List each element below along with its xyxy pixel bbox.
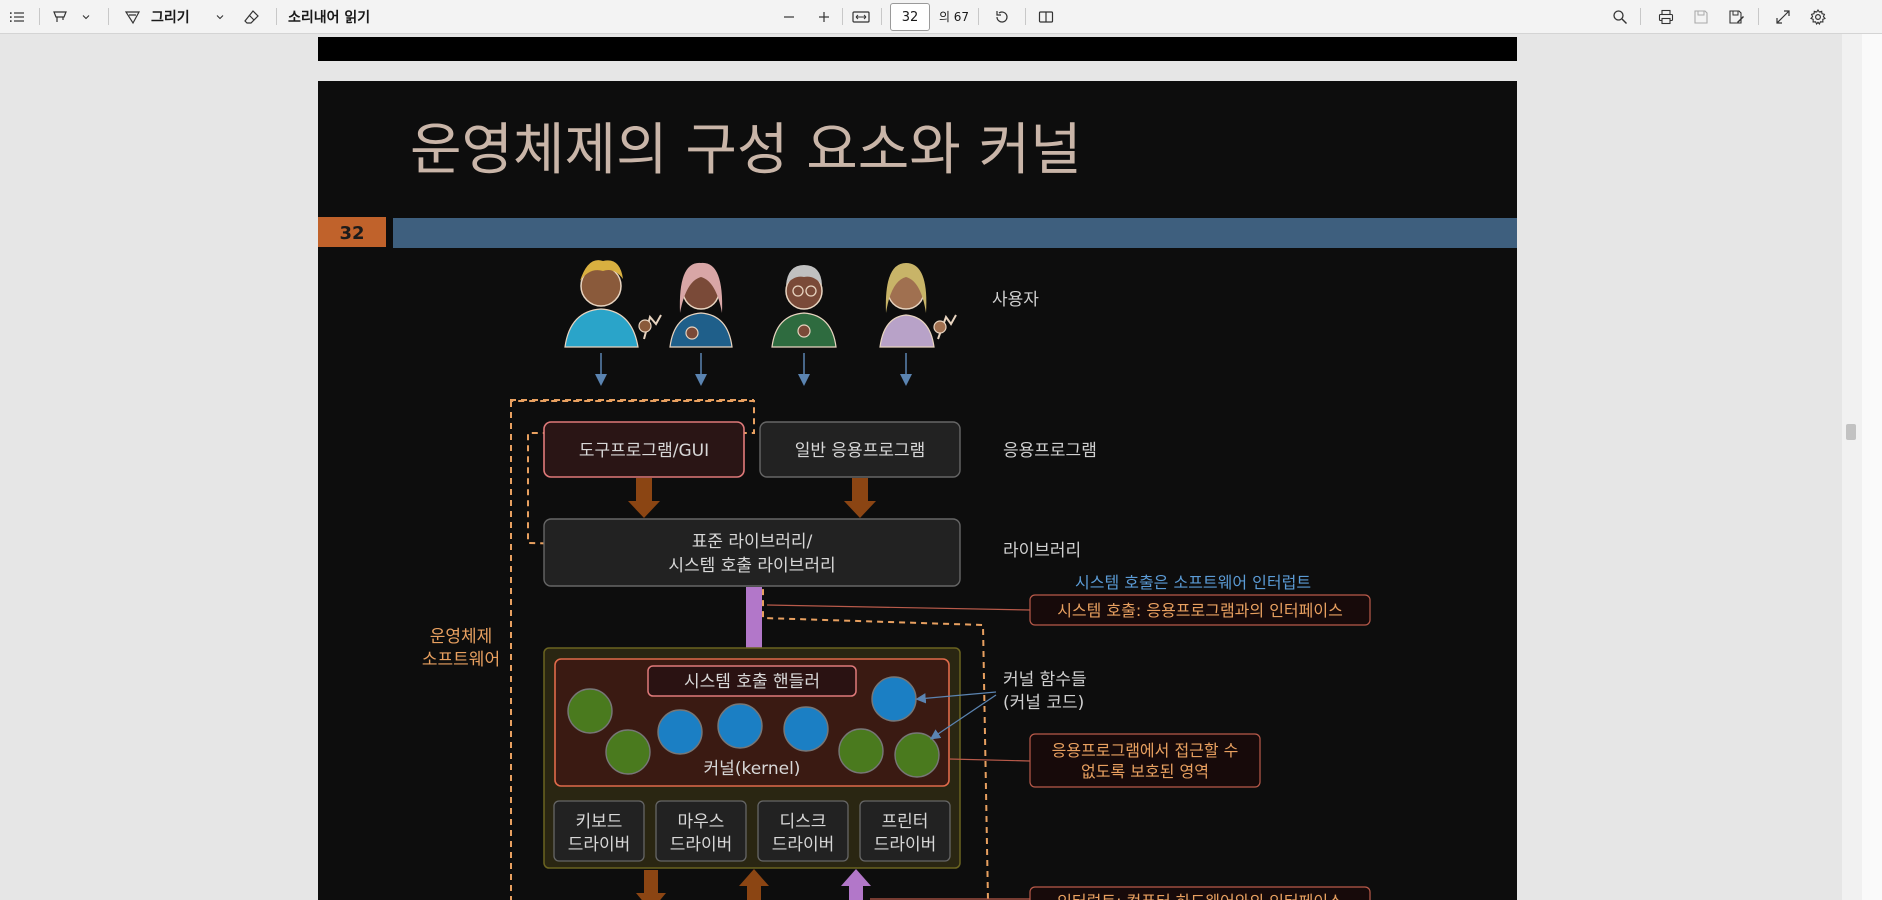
printer-driver-line1: 프린터 — [882, 812, 929, 832]
hardware-arrows — [636, 869, 871, 900]
scrollbar-thumb[interactable] — [1846, 424, 1856, 440]
header-bar — [393, 218, 1517, 248]
slide-page: 운영체제의 구성 요소와 커널 32 사용자 도구프로그램/GUI 일반 응용프… — [318, 81, 1517, 900]
label-os-line2: 소프트웨어 — [422, 650, 500, 670]
label-applications: 응용프로그램 — [1003, 441, 1097, 461]
window-right-edge — [1862, 34, 1882, 900]
draw-button[interactable]: 그리기 — [124, 0, 212, 33]
page-total-label: 의 67 — [938, 10, 970, 24]
disk-driver-line2: 드라이버 — [772, 835, 835, 855]
user-to-app-arrows — [595, 353, 912, 386]
eraser-icon[interactable] — [240, 0, 264, 33]
user-figure-2 — [669, 262, 733, 348]
user-figure-4 — [879, 263, 957, 348]
protected-area-text-line1: 응용프로그램에서 접근할 수 — [1052, 741, 1239, 760]
keyboard-driver-line1: 키보드 — [576, 812, 623, 832]
draw-icon — [124, 10, 141, 24]
utility-gui-text: 도구프로그램/GUI — [579, 441, 709, 461]
label-library: 라이브러리 — [1003, 541, 1081, 561]
label-os-line1: 운영체제 — [430, 627, 493, 647]
mouse-driver-line1: 마우스 — [678, 812, 725, 832]
syscall-interface-text: 시스템 호출: 응용프로그램과의 인터페이스 — [1057, 601, 1343, 620]
document-viewer[interactable]: 운영체제의 구성 요소와 커널 32 사용자 도구프로그램/GUI 일반 응용프… — [0, 34, 1842, 900]
user-figure-3 — [771, 265, 837, 348]
settings-gear-icon[interactable] — [1806, 0, 1830, 33]
printer-driver-line2: 드라이버 — [874, 835, 937, 855]
disk-driver-line1: 디스크 — [780, 812, 827, 832]
keyboard-driver-line2: 드라이버 — [568, 835, 631, 855]
search-icon[interactable] — [1608, 0, 1632, 33]
syscall-handler-text: 시스템 호출 핸들러 — [684, 672, 820, 692]
library-text-line2: 시스템 호출 라이브러리 — [668, 556, 835, 576]
protected-area-text-line2: 없도록 보호된 영역 — [1081, 762, 1209, 781]
slide-page-number: 32 — [339, 223, 364, 244]
save-icon[interactable] — [1689, 0, 1713, 33]
page-view-icon[interactable] — [1034, 0, 1058, 33]
label-kernel-functions-line2: (커널 코드) — [1003, 693, 1084, 713]
label-kernel-functions-line1: 커널 함수들 — [1003, 670, 1087, 690]
zoom-out-icon[interactable] — [778, 0, 800, 33]
zoom-in-icon[interactable] — [813, 0, 835, 33]
read-aloud-button[interactable]: 소리내어 읽기 — [288, 0, 378, 33]
fullscreen-icon[interactable] — [1771, 0, 1795, 33]
mouse-driver-line2: 드라이버 — [670, 835, 733, 855]
slide-title: 운영체제의 구성 요소와 커널 — [410, 118, 1082, 183]
label-users: 사용자 — [992, 290, 1039, 310]
fit-width-icon[interactable] — [849, 0, 873, 33]
syscall-soft-interrupt-note: 시스템 호출은 소프트웨어 인터럽트 — [1075, 573, 1311, 592]
highlight-dropdown-chevron-icon[interactable] — [78, 0, 94, 33]
vertical-scrollbar[interactable] — [1842, 34, 1862, 900]
interrupt-interface-text: 인터럽트: 컴퓨터 하드웨어와의 인터페이스 — [1057, 892, 1343, 900]
app-to-library-arrows — [628, 478, 876, 518]
previous-page-bottom — [318, 37, 1517, 61]
contents-icon[interactable] — [4, 0, 30, 33]
page-number-input[interactable]: 32 — [890, 3, 930, 31]
kernel-text: 커널(kernel) — [704, 759, 801, 779]
print-icon[interactable] — [1654, 0, 1678, 33]
highlight-icon[interactable] — [48, 0, 72, 33]
library-text-line1: 표준 라이브러리/ — [692, 532, 813, 552]
save-as-icon[interactable] — [1724, 0, 1748, 33]
user-figure-1 — [564, 260, 662, 348]
rotate-icon[interactable] — [990, 0, 1014, 33]
draw-dropdown-chevron-icon[interactable] — [212, 0, 228, 33]
general-app-text: 일반 응용프로그램 — [795, 441, 926, 461]
pdf-toolbar: 그리기 소리내어 읽기 32 의 67 — [0, 0, 1882, 34]
draw-label: 그리기 — [151, 9, 190, 26]
